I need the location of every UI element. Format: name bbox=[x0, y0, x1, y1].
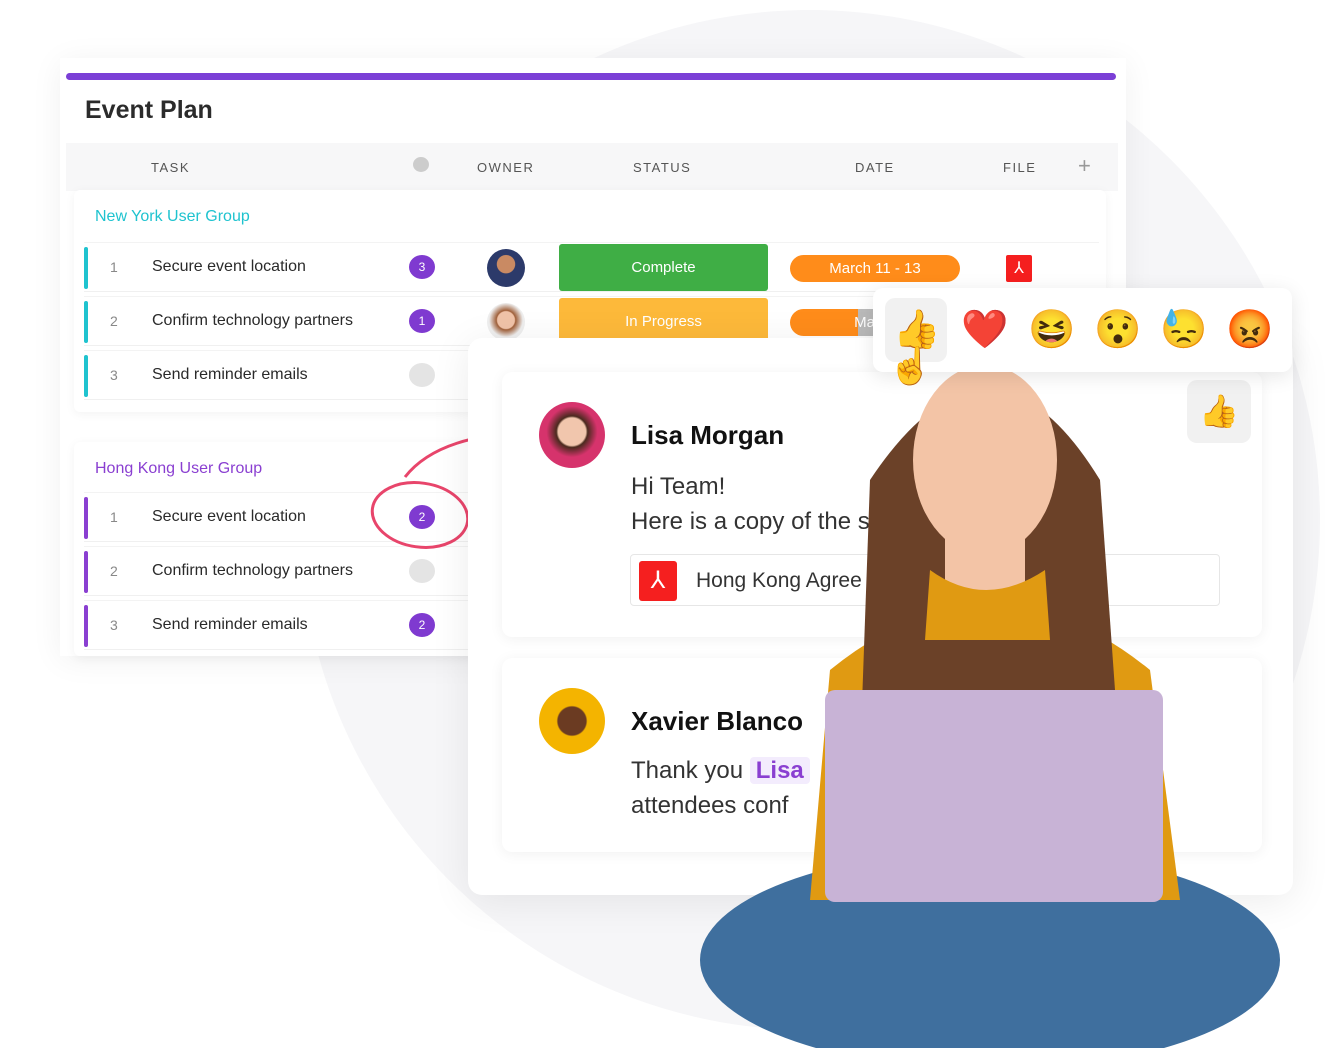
owner-avatar[interactable] bbox=[487, 249, 525, 287]
task-name[interactable]: Secure event location bbox=[152, 508, 306, 526]
status-badge[interactable]: Complete bbox=[559, 244, 768, 291]
comment-count-bubble[interactable]: 2 bbox=[409, 613, 435, 637]
column-owner[interactable]: OWNER bbox=[477, 160, 534, 175]
row-number: 1 bbox=[110, 259, 118, 275]
column-date[interactable]: DATE bbox=[855, 160, 895, 175]
person-illustration bbox=[700, 365, 1280, 1048]
row-color-bar bbox=[84, 497, 88, 539]
reaction-laughing[interactable]: 😆 bbox=[1028, 308, 1075, 352]
row-number: 1 bbox=[110, 509, 118, 525]
add-column-button[interactable]: + bbox=[1078, 153, 1092, 179]
task-name[interactable]: Send reminder emails bbox=[152, 366, 308, 384]
row-number: 3 bbox=[110, 617, 118, 633]
table-header: TASK OWNER STATUS DATE FILE + bbox=[66, 143, 1118, 191]
column-task[interactable]: TASK bbox=[151, 160, 190, 175]
group-title: New York User Group bbox=[95, 208, 250, 225]
group-title: Hong Kong User Group bbox=[95, 460, 263, 477]
column-status[interactable]: STATUS bbox=[633, 160, 691, 175]
row-number: 2 bbox=[110, 313, 118, 329]
reaction-sweat[interactable]: 😓 bbox=[1160, 308, 1207, 352]
xavier-avatar[interactable] bbox=[539, 688, 605, 754]
reaction-picker: 👍 ❤️ 😆 😯 😓 😡 bbox=[873, 288, 1292, 372]
comment-count-bubble[interactable]: 1 bbox=[409, 309, 435, 333]
column-file[interactable]: FILE bbox=[1003, 160, 1036, 175]
row-color-bar bbox=[84, 551, 88, 593]
task-name[interactable]: Confirm technology partners bbox=[152, 562, 353, 580]
date-pill[interactable]: March 11 - 13 bbox=[790, 255, 960, 282]
row-color-bar bbox=[84, 605, 88, 647]
table-row[interactable]: 1 Secure event location 3 Complete March… bbox=[84, 242, 1099, 292]
row-number: 3 bbox=[110, 367, 118, 383]
comment-column-icon bbox=[413, 157, 429, 172]
page-title: Event Plan bbox=[85, 96, 213, 124]
task-name[interactable]: Send reminder emails bbox=[152, 616, 308, 634]
reaction-heart[interactable]: ❤️ bbox=[961, 308, 1008, 352]
task-name[interactable]: Secure event location bbox=[152, 258, 306, 276]
comment-empty-bubble[interactable] bbox=[409, 559, 435, 583]
comment-count-bubble[interactable]: 3 bbox=[409, 255, 435, 279]
lisa-avatar[interactable] bbox=[539, 402, 605, 468]
accent-bar bbox=[66, 73, 1116, 80]
pdf-file-icon[interactable]: ⅄ bbox=[1006, 255, 1032, 282]
row-color-bar bbox=[84, 355, 88, 397]
hand-cursor-icon: ☝ bbox=[888, 345, 933, 386]
row-color-bar bbox=[84, 247, 88, 289]
task-name[interactable]: Confirm technology partners bbox=[152, 312, 353, 330]
row-number: 2 bbox=[110, 563, 118, 579]
reaction-surprised[interactable]: 😯 bbox=[1094, 308, 1141, 352]
pdf-icon: ⅄ bbox=[639, 561, 677, 601]
reaction-angry[interactable]: 😡 bbox=[1226, 308, 1273, 352]
row-color-bar bbox=[84, 301, 88, 343]
comment-empty-bubble[interactable] bbox=[409, 363, 435, 387]
owner-avatar[interactable] bbox=[487, 303, 525, 341]
